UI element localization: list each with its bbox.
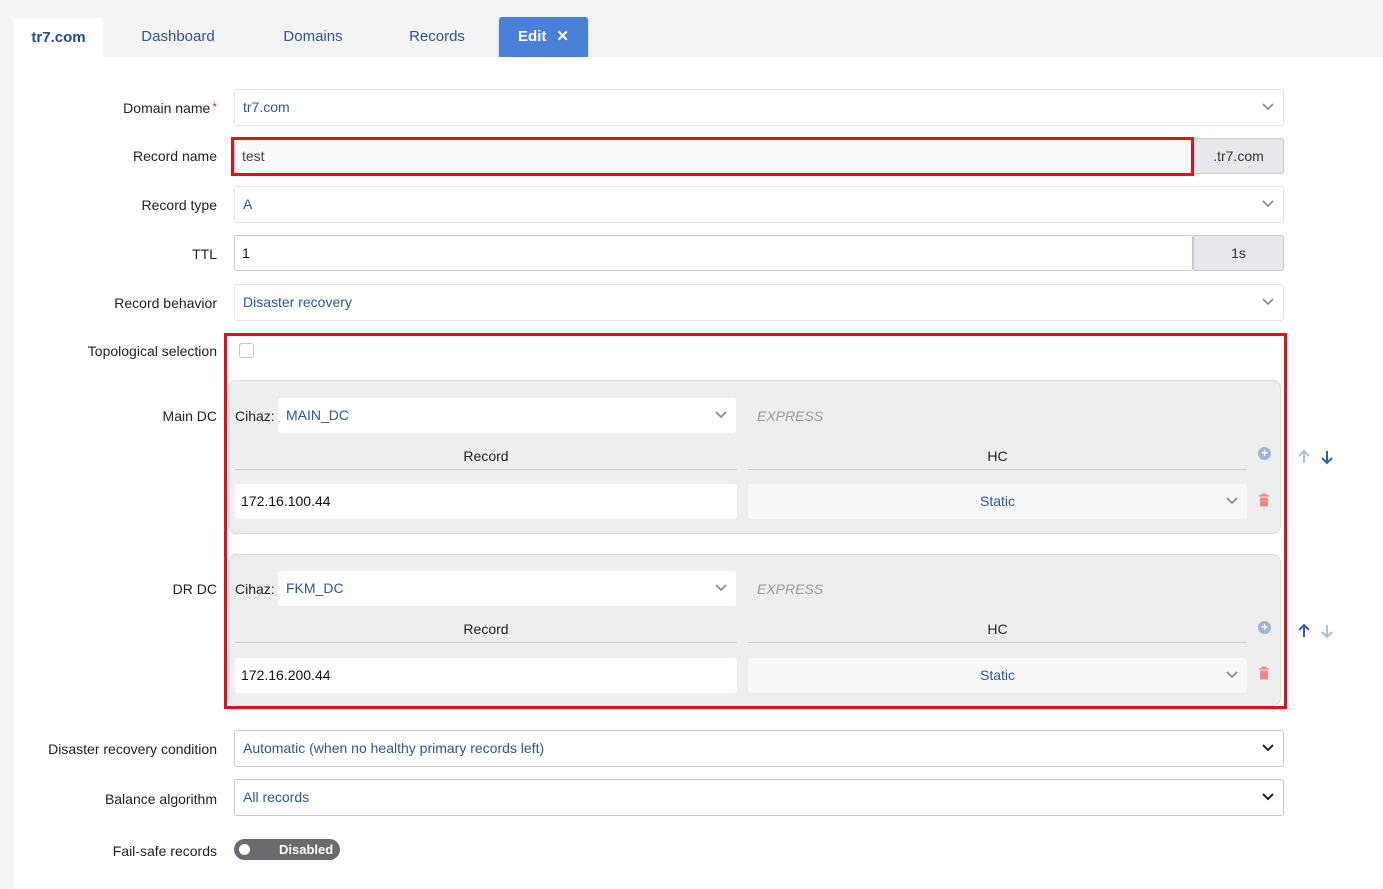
chevron-down-icon <box>1262 793 1274 801</box>
main-dc-cihaz-label: Cihaz: <box>235 408 275 424</box>
dr-dc-record-input[interactable]: 172.16.200.44 <box>235 658 737 693</box>
dr-dc-label: DR DC <box>172 581 217 597</box>
dr-condition-value: Automatic (when no healthy primary recor… <box>243 740 545 756</box>
close-icon[interactable]: ✕ <box>556 28 569 45</box>
tab-records[interactable]: Records <box>398 17 476 57</box>
dr-dc-cihaz-label: Cihaz: <box>235 581 275 597</box>
record-behavior-value: Disaster recovery <box>243 294 352 310</box>
record-behavior-select[interactable]: Disaster recovery <box>234 284 1284 321</box>
tab-site[interactable]: tr7.com <box>14 18 103 57</box>
chevron-down-icon <box>1262 103 1274 111</box>
domain-name-value: tr7.com <box>243 99 290 115</box>
dr-dc-cihaz-select[interactable]: FKM_DC <box>278 571 736 606</box>
chevron-down-icon <box>1262 298 1274 306</box>
main-dc-label: Main DC <box>162 408 217 424</box>
chevron-down-icon <box>1262 200 1274 208</box>
add-record-icon[interactable]: + <box>1258 447 1271 460</box>
dr-condition-select[interactable]: Automatic (when no healthy primary recor… <box>234 730 1284 767</box>
ttl-label: TTL <box>192 246 217 262</box>
main-dc-hc-header: HC <box>748 448 1247 470</box>
tab-bar: tr7.com Dashboard Domains Records Edit ✕ <box>0 0 1383 57</box>
trash-icon[interactable] <box>1258 666 1270 680</box>
record-type-select[interactable]: A <box>234 186 1284 223</box>
domain-name-select[interactable]: tr7.com <box>234 89 1284 126</box>
required-mark: * <box>212 100 217 114</box>
fail-safe-toggle[interactable]: Disabled <box>234 839 340 860</box>
chevron-down-icon <box>715 584 727 592</box>
main-dc-record-input[interactable]: 172.16.100.44 <box>235 484 737 519</box>
chevron-down-icon <box>1262 744 1274 752</box>
domain-name-label: Domain name * <box>123 100 217 116</box>
dr-dc-hc-select[interactable]: Static <box>748 658 1247 693</box>
ttl-suffix: 1s <box>1193 235 1284 271</box>
record-type-label: Record type <box>141 197 217 213</box>
arrow-down-icon[interactable] <box>1320 449 1334 465</box>
add-record-icon[interactable]: + <box>1258 621 1271 634</box>
chevron-down-icon <box>715 411 727 419</box>
dr-dc-cihaz-value: FKM_DC <box>286 580 344 596</box>
record-type-value: A <box>243 196 253 212</box>
main-dc-cihaz-select[interactable]: MAIN_DC <box>278 398 736 433</box>
trash-icon[interactable] <box>1258 493 1270 507</box>
record-name-input[interactable]: test <box>234 138 1192 174</box>
chevron-down-icon <box>1226 497 1238 505</box>
dr-dc-record-header: Record <box>235 621 737 643</box>
dr-dc-hc-header: HC <box>748 621 1247 643</box>
tab-edit-label: Edit <box>518 28 547 45</box>
arrow-up-icon[interactable] <box>1297 449 1311 465</box>
record-name-suffix: .tr7.com <box>1193 138 1284 174</box>
balance-algorithm-value: All records <box>243 789 310 805</box>
record-name-label: Record name <box>132 148 217 164</box>
balance-algorithm-label: Balance algorithm <box>104 791 217 807</box>
main-dc-cihaz-value: MAIN_DC <box>286 407 350 423</box>
chevron-down-icon <box>1226 671 1238 679</box>
toggle-knob <box>239 844 250 855</box>
record-behavior-label: Record behavior <box>114 295 217 311</box>
tab-dashboard[interactable]: Dashboard <box>128 17 228 57</box>
main-dc-express: EXPRESS <box>757 408 824 424</box>
main-dc-hc-value: Static <box>979 493 1015 509</box>
topological-selection-label: Topological selection <box>87 343 217 359</box>
ttl-input[interactable]: 1 <box>234 235 1193 271</box>
fail-safe-toggle-text: Disabled <box>279 842 334 857</box>
dr-condition-label: Disaster recovery condition <box>48 741 217 757</box>
arrow-down-icon[interactable] <box>1320 623 1334 639</box>
topological-selection-checkbox[interactable] <box>239 343 254 358</box>
main-dc-record-header: Record <box>235 448 737 470</box>
main-dc-hc-select[interactable]: Static <box>748 484 1247 519</box>
tab-edit[interactable]: Edit ✕ <box>499 17 588 57</box>
dr-dc-hc-value: Static <box>979 667 1015 683</box>
fail-safe-label: Fail-safe records <box>112 843 217 859</box>
arrow-up-icon[interactable] <box>1297 623 1311 639</box>
balance-algorithm-select[interactable]: All records <box>234 779 1284 816</box>
tab-domains[interactable]: Domains <box>268 17 358 57</box>
dr-dc-express: EXPRESS <box>757 581 824 597</box>
